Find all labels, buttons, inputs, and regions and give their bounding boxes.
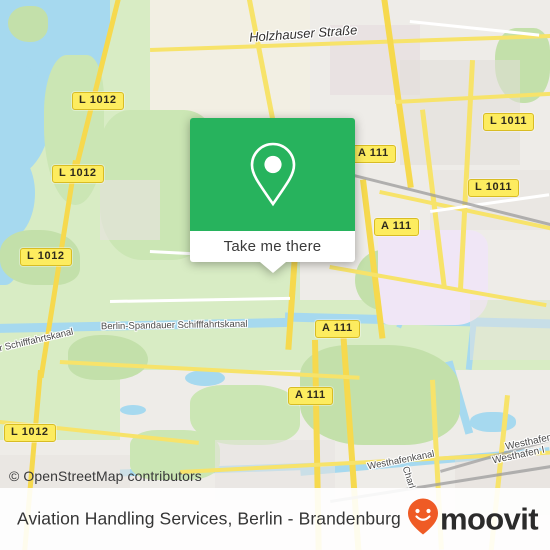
map-canvas[interactable]: L 1012 L 1012 L 1012 L 1012 L 1011 L 101…: [0, 0, 550, 550]
map-label-canal: Charl: [399, 465, 418, 490]
screenshot-root: L 1012 L 1012 L 1012 L 1012 L 1011 L 101…: [0, 0, 550, 550]
location-popup[interactable]: Take me there: [190, 118, 355, 273]
map-label-canal: uer Schifffahrtskanal: [0, 326, 75, 357]
moovit-logo[interactable]: moovit: [407, 498, 539, 541]
page-title: Aviation Handling Services, Berlin - Bra…: [17, 508, 401, 529]
map-label-canal: Berlin-Spandauer Schifffahrtskanal: [100, 318, 248, 333]
popup-tail: [259, 262, 286, 273]
map-label-street: Holzhauser Straße: [248, 22, 358, 45]
footer-bar: Aviation Handling Services, Berlin - Bra…: [0, 488, 550, 550]
map-pin-icon: [245, 140, 301, 210]
popup-action-bar[interactable]: Take me there: [190, 231, 355, 273]
moovit-pin-icon: [407, 498, 439, 541]
popup-icon-panel: [190, 118, 355, 231]
take-me-there-label: Take me there: [223, 238, 322, 255]
moovit-wordmark: moovit: [439, 501, 539, 537]
osm-attribution[interactable]: © OpenStreetMap contributors: [9, 468, 202, 484]
